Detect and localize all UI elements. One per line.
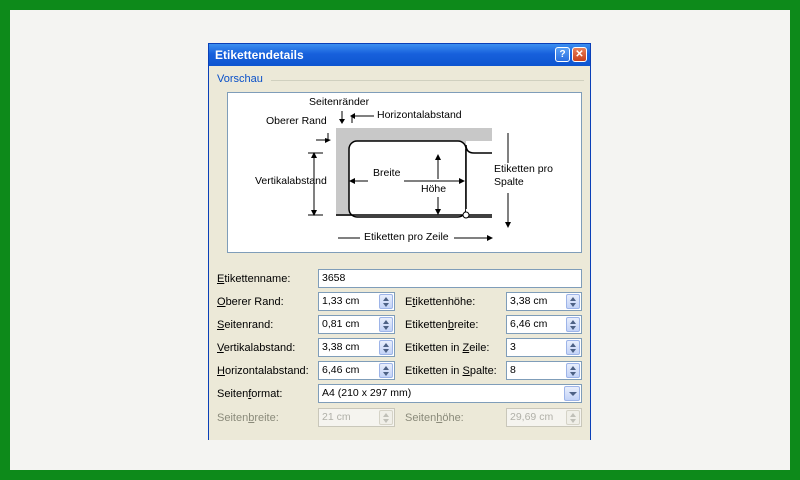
label-details-dialog: Etikettendetails ? ✕ Vorschau Seitenränd…	[208, 43, 591, 440]
horizontal-spacing-spinner[interactable]	[379, 363, 393, 378]
preview-panel: Seitenränder Oberer Rand Horizontalabsta…	[227, 92, 582, 253]
spin-up-icon	[570, 366, 576, 370]
spin-up-icon	[383, 343, 389, 347]
spin-down-icon	[383, 326, 389, 330]
spin-up-icon	[570, 343, 576, 347]
preview-label-breite: Breite	[373, 167, 401, 179]
preview-label-horizontalabstand: Horizontalabstand	[377, 109, 462, 121]
label-name-label: Etikettenname:	[217, 273, 291, 285]
label-shape-1	[348, 140, 467, 218]
labels-per-column-input[interactable]: 8	[506, 361, 582, 380]
spin-up-icon	[383, 413, 389, 417]
spin-up-icon	[570, 413, 576, 417]
labels-per-row-input[interactable]: 3	[506, 338, 582, 357]
spin-down-icon	[570, 326, 576, 330]
preview-group-title: Vorschau	[217, 73, 263, 85]
label-width-label: Etikettenbreite:	[405, 319, 479, 331]
spin-down-icon	[383, 372, 389, 376]
vertical-spacing-label: Vertikalabstand:	[217, 342, 296, 354]
labels-per-column-spinner[interactable]	[566, 363, 580, 378]
spin-up-icon	[383, 320, 389, 324]
spin-up-icon	[383, 366, 389, 370]
spin-down-icon	[570, 349, 576, 353]
dialog-title: Etikettendetails	[215, 48, 304, 62]
side-margin-spinner[interactable]	[379, 317, 393, 332]
spin-up-icon	[570, 297, 576, 301]
page-width-spinner	[379, 410, 393, 425]
side-margin-input[interactable]: 0,81 cm	[318, 315, 395, 334]
label-height-label: Etikettenhöhe:	[405, 296, 476, 308]
page-format-label: Seitenformat:	[217, 388, 283, 400]
chevron-down-icon[interactable]	[564, 386, 580, 401]
spin-down-icon	[383, 303, 389, 307]
preview-label-etiketten-pro-zeile: Etiketten pro Zeile	[364, 231, 449, 243]
close-icon[interactable]: ✕	[572, 47, 587, 62]
top-margin-input[interactable]: 1,33 cm	[318, 292, 395, 311]
dialog-titlebar[interactable]: Etikettendetails ? ✕	[209, 44, 590, 66]
help-icon[interactable]: ?	[555, 47, 570, 62]
vertical-spacing-spinner[interactable]	[379, 340, 393, 355]
vertical-spacing-input[interactable]: 3,38 cm	[318, 338, 395, 357]
page-height-label: Seitenhöhe:	[405, 412, 464, 424]
page-width-label: Seitenbreite:	[217, 412, 279, 424]
page-width-input: 21 cm	[318, 408, 395, 427]
label-height-input[interactable]: 3,38 cm	[506, 292, 582, 311]
label-width-spinner[interactable]	[566, 317, 580, 332]
spin-down-icon	[570, 303, 576, 307]
horizontal-spacing-input[interactable]: 6,46 cm	[318, 361, 395, 380]
side-margin-label: Seitenrand:	[217, 319, 274, 331]
horizontal-spacing-label: Horizontalabstand:	[217, 365, 309, 377]
top-margin-spinner[interactable]	[379, 294, 393, 309]
page-height-spinner	[566, 410, 580, 425]
spin-up-icon	[383, 297, 389, 301]
preview-label-vertikalabstand: Vertikalabstand	[255, 175, 327, 187]
page-height-input: 29,69 cm	[506, 408, 582, 427]
label-height-spinner[interactable]	[566, 294, 580, 309]
spin-up-icon	[570, 320, 576, 324]
preview-label-hoehe: Höhe	[421, 183, 447, 195]
group-divider	[271, 80, 584, 81]
labels-per-row-label: Etiketten in Zeile:	[405, 342, 490, 354]
label-width-input[interactable]: 6,46 cm	[506, 315, 582, 334]
page-format-select[interactable]: A4 (210 x 297 mm)	[318, 384, 582, 403]
preview-label-seitenraender: Seitenränder	[309, 96, 370, 108]
label-name-input[interactable]: 3658	[318, 269, 582, 288]
top-margin-label: Oberer Rand:	[217, 296, 284, 308]
preview-label-etiketten-pro-spalte-2: Spalte	[494, 176, 524, 188]
spin-down-icon	[383, 349, 389, 353]
labels-per-column-label: Etiketten in Spalte:	[405, 365, 497, 377]
spin-down-icon	[570, 372, 576, 376]
preview-label-etiketten-pro-spalte-1: Etiketten pro	[494, 163, 553, 175]
labels-per-row-spinner[interactable]	[566, 340, 580, 355]
preview-label-oberer-rand: Oberer Rand	[266, 115, 327, 127]
spin-down-icon	[383, 419, 389, 423]
spin-down-icon	[570, 419, 576, 423]
